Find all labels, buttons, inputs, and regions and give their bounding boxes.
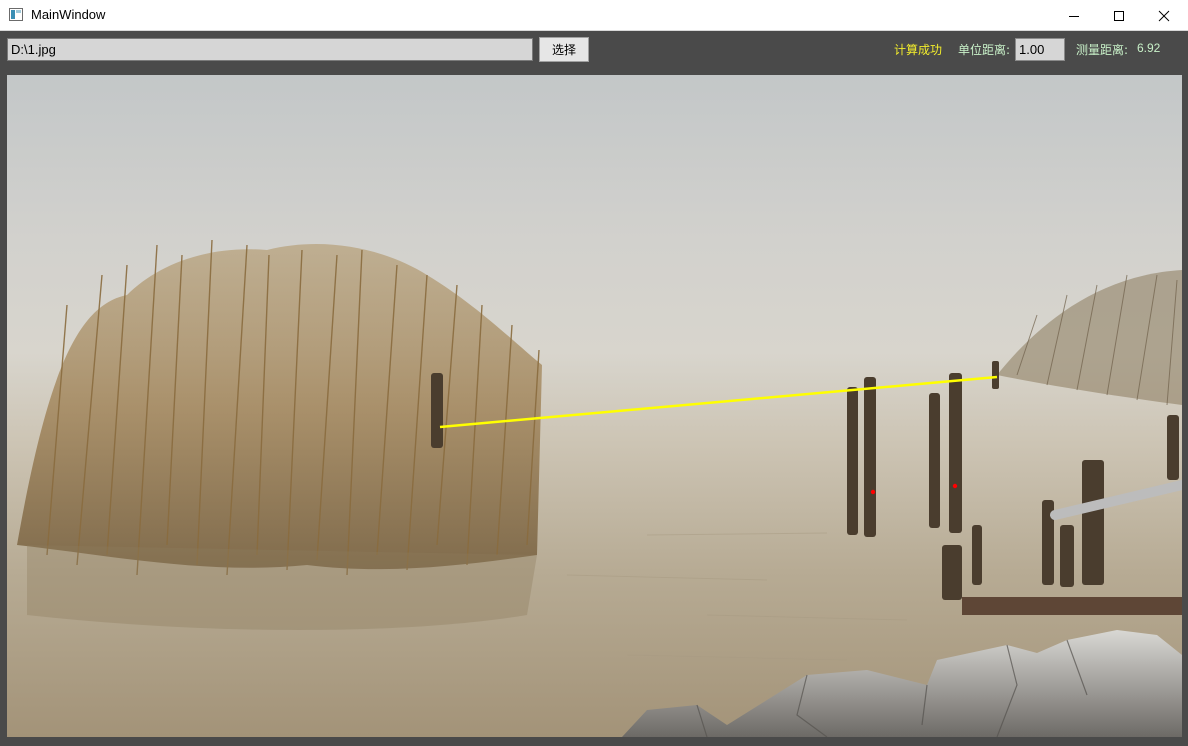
marker-point-2 [952, 483, 958, 489]
window-title: MainWindow [31, 7, 106, 22]
app-window-icon [9, 8, 23, 21]
status-label: 计算成功 [894, 43, 943, 57]
maximize-icon [1114, 10, 1124, 21]
measured-distance-value: 6.92 [1137, 41, 1161, 55]
file-path-input[interactable] [7, 38, 533, 61]
lake-photo [7, 75, 1182, 737]
marker-point-1 [870, 489, 876, 495]
measured-distance-label: 测量距离: [1076, 43, 1129, 57]
select-file-button[interactable]: 选择 [539, 37, 589, 62]
title-bar: MainWindow [0, 0, 1188, 31]
minimize-icon [1069, 15, 1079, 17]
close-button[interactable] [1141, 0, 1187, 31]
maximize-button[interactable] [1096, 0, 1142, 31]
image-canvas[interactable] [7, 75, 1182, 737]
unit-distance-input[interactable] [1015, 38, 1065, 61]
close-icon [1158, 10, 1170, 21]
minimize-button[interactable] [1051, 0, 1097, 31]
unit-distance-label: 单位距离: [958, 43, 1011, 57]
toolbar: 选择 计算成功 单位距离: 测量距离: 6.92 [0, 31, 1188, 73]
